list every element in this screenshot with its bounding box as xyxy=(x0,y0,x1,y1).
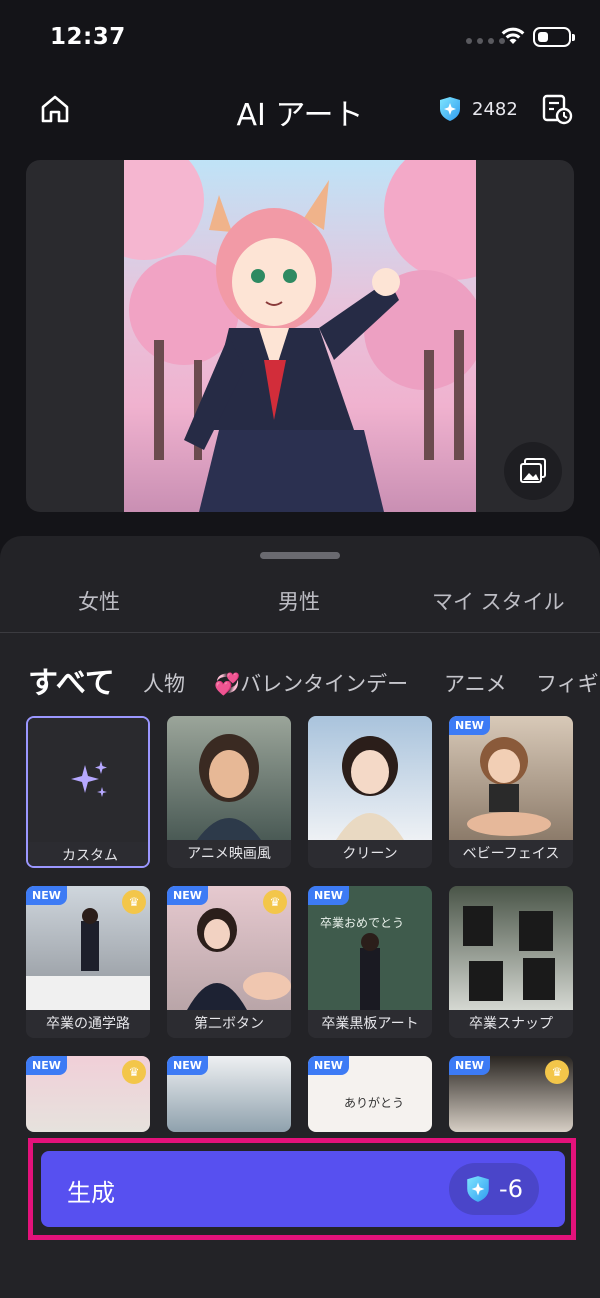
tile-label: 卒業黒板アート xyxy=(308,1010,432,1038)
new-badge: NEW xyxy=(308,1056,349,1075)
credit-count: 2482 xyxy=(472,98,518,120)
generate-button[interactable]: 生成 -6 xyxy=(41,1151,565,1227)
generate-highlight: 生成 -6 xyxy=(28,1138,576,1240)
tile-label: カスタム xyxy=(28,842,148,866)
new-badge: NEW xyxy=(167,1056,208,1075)
clean-thumbnail xyxy=(308,716,432,840)
category-anime[interactable]: アニメ xyxy=(444,668,507,698)
category-all[interactable]: すべて xyxy=(28,658,115,700)
tab-male[interactable]: 男性 xyxy=(278,586,320,616)
gallery-icon xyxy=(520,458,546,483)
credit-shield-icon xyxy=(440,97,460,121)
premium-crown-icon: ♛ xyxy=(263,890,287,914)
cost-value: -6 xyxy=(499,1175,523,1203)
preview-card xyxy=(26,160,574,512)
app-header: AI アート 2482 xyxy=(0,80,600,140)
new-badge: NEW xyxy=(449,1056,490,1075)
style-tile-anime-film[interactable]: アニメ映画風 xyxy=(167,716,291,868)
thanks-text: ありがとう xyxy=(344,1096,405,1110)
style-tile-row3-3[interactable]: ありがとう NEW xyxy=(308,1056,432,1132)
style-tile-second-button[interactable]: NEW ♛ 第二ボタン xyxy=(167,886,291,1038)
premium-crown-icon: ♛ xyxy=(545,1060,569,1084)
wifi-icon xyxy=(501,27,525,44)
anime-film-thumbnail xyxy=(167,716,291,840)
category-tabs: すべて 人物 💞バレンタインデー アニメ フィギ xyxy=(0,654,600,700)
sparkle-icon xyxy=(71,761,107,797)
battery-icon xyxy=(533,27,575,47)
style-tile-baby-face[interactable]: NEW ベビーフェイス xyxy=(449,716,573,868)
new-badge: NEW xyxy=(449,716,490,735)
tab-my-style[interactable]: マイ スタイル xyxy=(432,586,565,616)
chalkboard-text: 卒業おめでとう xyxy=(320,916,405,930)
new-badge: NEW xyxy=(26,886,67,905)
category-figure[interactable]: フィギ xyxy=(536,668,599,698)
status-bar: 12:37 xyxy=(0,0,600,70)
sheet-handle[interactable] xyxy=(260,552,340,559)
style-tile-clean[interactable]: クリーン xyxy=(308,716,432,868)
tile-label: 卒業の通学路 xyxy=(26,1010,150,1038)
status-time: 12:37 xyxy=(50,24,126,50)
category-valentine[interactable]: 💞バレンタインデー xyxy=(214,668,408,698)
style-tile-custom[interactable]: カスタム xyxy=(26,716,150,868)
premium-crown-icon: ♛ xyxy=(122,890,146,914)
category-people[interactable]: 人物 xyxy=(143,668,185,698)
style-tile-row3-4[interactable]: NEW ♛ xyxy=(449,1056,573,1132)
graduation-snap-thumbnail xyxy=(449,886,573,1010)
credit-balance[interactable]: 2482 xyxy=(438,96,518,122)
new-badge: NEW xyxy=(167,886,208,905)
generated-artwork xyxy=(124,160,476,512)
credit-shield-icon xyxy=(467,1176,489,1202)
tabs-divider xyxy=(0,632,600,633)
tile-label: クリーン xyxy=(308,840,432,868)
style-tile-chalkboard[interactable]: 卒業おめでとう NEW 卒業黒板アート xyxy=(308,886,432,1038)
generate-label: 生成 xyxy=(67,1179,115,1207)
history-icon[interactable] xyxy=(540,92,574,126)
gender-tabs: 女性 男性 マイ スタイル xyxy=(0,586,600,634)
premium-crown-icon: ♛ xyxy=(122,1060,146,1084)
style-tile-row3-2[interactable]: NEW xyxy=(167,1056,291,1132)
tile-label: アニメ映画風 xyxy=(167,840,291,868)
tile-label: ベビーフェイス xyxy=(449,840,573,868)
new-badge: NEW xyxy=(26,1056,67,1075)
new-badge: NEW xyxy=(308,886,349,905)
style-tile-graduation-road[interactable]: NEW ♛ 卒業の通学路 xyxy=(26,886,150,1038)
style-tile-row3-1[interactable]: NEW ♛ xyxy=(26,1056,150,1132)
style-tile-graduation-snap[interactable]: 卒業スナップ xyxy=(449,886,573,1038)
generate-cost: -6 xyxy=(449,1163,539,1215)
tile-label: 卒業スナップ xyxy=(449,1010,573,1038)
custom-thumbnail xyxy=(28,718,148,842)
tile-label: 第二ボタン xyxy=(167,1010,291,1038)
gallery-button[interactable] xyxy=(504,442,562,500)
tab-female[interactable]: 女性 xyxy=(78,586,120,616)
